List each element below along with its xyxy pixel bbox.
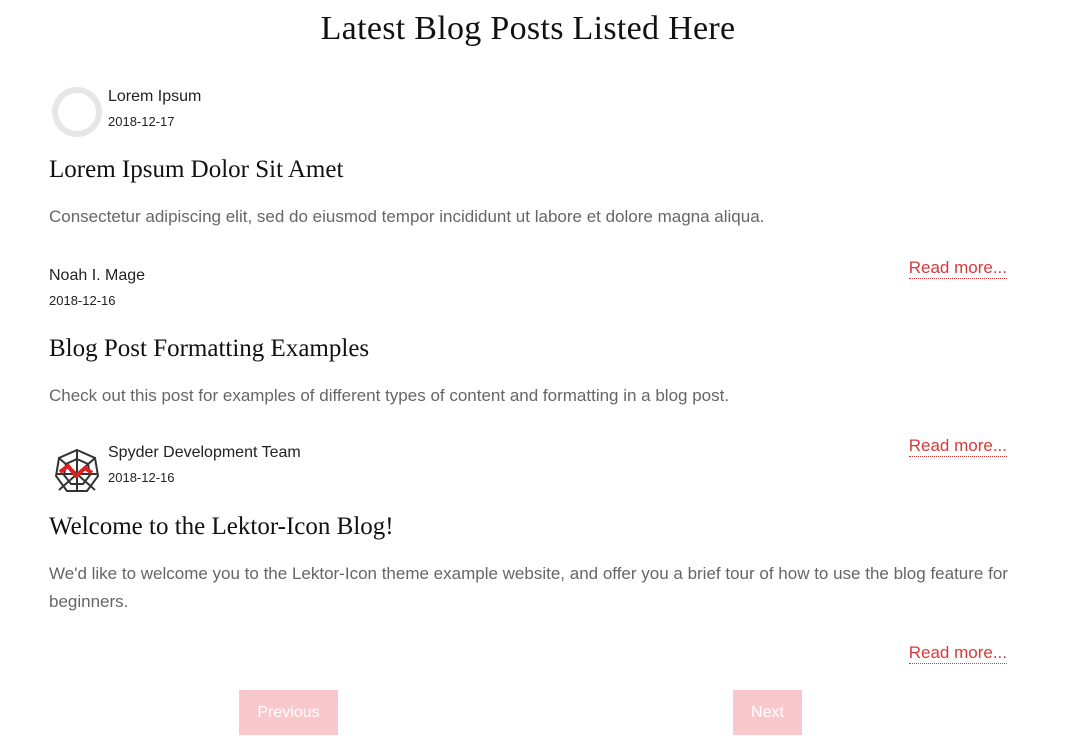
- post-date: 2018-12-16: [49, 293, 116, 308]
- page-title: Latest Blog Posts Listed Here: [320, 10, 736, 47]
- author-info: Spyder Development Team 2018-12-16: [108, 443, 301, 486]
- next-page-button[interactable]: Next: [733, 690, 802, 735]
- author-name: Noah I. Mage: [49, 267, 146, 284]
- read-more-link[interactable]: Read more...: [908, 643, 1007, 664]
- blog-post-1: Lorem Ipsum 2018-12-17 Lorem Ipsum Dolor…: [49, 87, 1007, 287]
- default-user-avatar-icon: [52, 87, 102, 137]
- blog-post-2: Noah I. Mage 2018-12-16 Blog Post Format…: [49, 265, 1007, 465]
- post-title[interactable]: Lorem Ipsum Dolor Sit Amet: [49, 156, 343, 184]
- author-row: Spyder Development Team 2018-12-16: [49, 443, 1007, 499]
- author-info: Noah I. Mage 2018-12-16: [49, 266, 145, 309]
- blog-post-3: Spyder Development Team 2018-12-16 Welco…: [49, 443, 1008, 673]
- author-row: Noah I. Mage 2018-12-16: [49, 265, 1007, 321]
- spyder-web-logo-icon: [54, 448, 100, 492]
- author-info: Lorem Ipsum 2018-12-17: [108, 87, 201, 130]
- author-name: Spyder Development Team: [108, 444, 301, 461]
- post-title[interactable]: Blog Post Formatting Examples: [49, 335, 369, 363]
- post-excerpt: Consectetur adipiscing elit, sed do eius…: [49, 207, 765, 226]
- post-date: 2018-12-16: [108, 470, 175, 485]
- post-date: 2018-12-17: [108, 114, 175, 129]
- author-name: Lorem Ipsum: [108, 88, 202, 105]
- post-title[interactable]: Welcome to the Lektor-Icon Blog!: [49, 513, 394, 541]
- author-row: Lorem Ipsum 2018-12-17: [49, 87, 1007, 143]
- previous-page-button[interactable]: Previous: [239, 690, 338, 735]
- post-excerpt: Check out this post for examples of diff…: [49, 386, 730, 405]
- post-excerpt: We'd like to welcome you to the Lektor-I…: [49, 564, 1008, 611]
